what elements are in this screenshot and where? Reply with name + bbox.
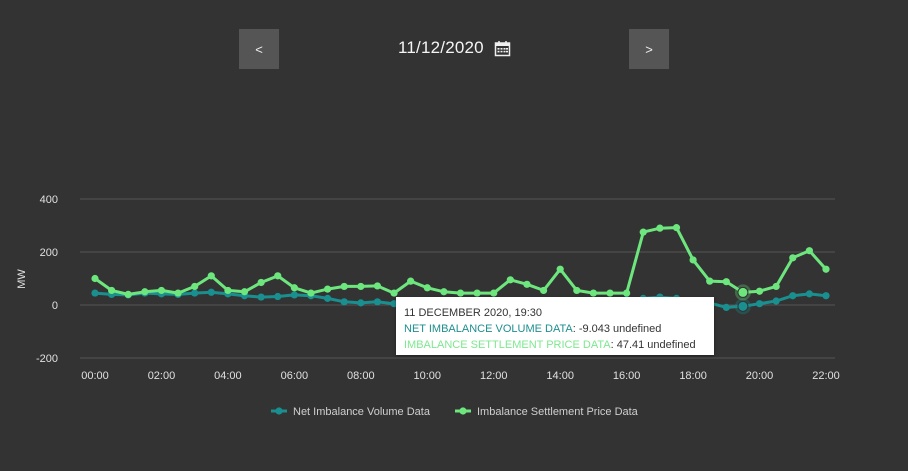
data-point[interactable] [639, 228, 647, 236]
y-tick-label: 200 [40, 247, 58, 259]
chart-tooltip: 11 DECEMBER 2020, 19:30 NET IMBALANCE VO… [396, 297, 714, 355]
data-point[interactable] [91, 289, 99, 297]
data-point[interactable] [141, 288, 149, 296]
data-point[interactable] [822, 265, 830, 273]
tooltip-price-label: IMBALANCE SETTLEMENT PRICE DATA [404, 339, 611, 351]
data-point[interactable] [323, 294, 332, 302]
data-point[interactable] [722, 303, 730, 311]
data-point[interactable] [490, 289, 498, 297]
data-point[interactable] [290, 284, 298, 292]
x-tick-label: 02:00 [148, 370, 176, 382]
data-point[interactable] [706, 277, 714, 285]
data-point[interactable] [207, 272, 215, 280]
data-point[interactable] [822, 292, 830, 300]
legend-item[interactable]: Net Imbalance Volume Data [271, 406, 431, 418]
data-point[interactable] [274, 272, 282, 280]
data-point[interactable] [340, 298, 348, 306]
x-tick-label: 22:00 [812, 370, 840, 382]
x-tick-label: 14:00 [546, 370, 574, 382]
x-tick-label: 06:00 [281, 370, 309, 382]
tooltip-price-value: : 47.41 undefined [610, 339, 696, 351]
data-point[interactable] [257, 278, 265, 287]
data-point[interactable] [373, 282, 382, 290]
x-tick-label: 16:00 [613, 370, 641, 382]
data-point[interactable] [257, 293, 265, 301]
data-point[interactable] [340, 282, 348, 291]
data-point[interactable] [373, 298, 382, 306]
tooltip-row-niv: NET IMBALANCE VOLUME DATA: -9.043 undefi… [404, 321, 706, 337]
data-point[interactable] [689, 256, 697, 264]
data-point[interactable] [772, 282, 780, 291]
data-point[interactable] [174, 289, 182, 297]
tooltip-header: 11 DECEMBER 2020, 19:30 [404, 307, 542, 319]
data-point[interactable] [207, 288, 215, 296]
y-axis-ticks: 400 200 0 -200 [36, 194, 58, 365]
data-point[interactable] [473, 289, 481, 297]
imbalance-chart: 400 200 0 -200 00:00 02:00 04:00 06:00 08:00 10:… [16, 194, 840, 418]
y-axis-title: MW [16, 269, 28, 289]
chart-legend: Net Imbalance Volume Data Imbalance Settl… [271, 406, 639, 418]
data-point[interactable] [290, 291, 298, 299]
data-point[interactable] [755, 300, 764, 308]
data-point[interactable] [573, 286, 581, 295]
data-point[interactable] [108, 286, 116, 295]
data-point[interactable] [191, 289, 199, 297]
data-point[interactable] [656, 224, 664, 232]
data-point[interactable] [407, 277, 415, 285]
legend-swatch-marker [459, 407, 467, 415]
data-point[interactable] [357, 299, 365, 307]
data-point[interactable] [357, 282, 365, 291]
data-point[interactable] [539, 286, 548, 295]
data-point[interactable] [772, 297, 780, 305]
data-point[interactable] [91, 274, 99, 283]
y-tick-label: 0 [52, 300, 58, 312]
data-point[interactable] [805, 247, 813, 255]
data-point[interactable] [224, 286, 232, 295]
legend-label: Imbalance Settlement Price Data [477, 406, 639, 418]
data-point[interactable] [440, 288, 448, 296]
data-point[interactable] [789, 254, 797, 262]
series-imbalance-settlement-price [91, 224, 830, 301]
data-point[interactable] [323, 285, 332, 293]
data-point[interactable] [157, 286, 166, 295]
series-line [94, 226, 828, 296]
data-point[interactable] [124, 290, 132, 298]
data-point[interactable] [240, 288, 249, 296]
x-tick-label: 04:00 [214, 370, 242, 382]
tooltip-niv-value: : -9.043 undefined [572, 323, 662, 335]
data-point[interactable] [390, 289, 398, 297]
x-tick-label: 10:00 [414, 370, 442, 382]
legend-label: Net Imbalance Volume Data [293, 406, 431, 418]
data-point[interactable] [789, 292, 797, 300]
data-point[interactable] [523, 280, 531, 288]
data-point[interactable] [606, 289, 614, 297]
data-point[interactable] [191, 282, 199, 291]
data-point[interactable] [423, 284, 431, 292]
data-point[interactable] [307, 289, 315, 297]
x-tick-label: 00:00 [81, 370, 109, 382]
data-point[interactable] [456, 289, 465, 297]
data-point[interactable] [589, 289, 598, 297]
data-point[interactable] [805, 290, 813, 298]
data-point[interactable] [274, 292, 282, 301]
tooltip-niv-label: NET IMBALANCE VOLUME DATA [404, 323, 573, 335]
data-point[interactable] [722, 278, 730, 286]
x-tick-label: 20:00 [746, 370, 774, 382]
x-tick-label: 12:00 [480, 370, 508, 382]
data-point-hovered[interactable] [737, 300, 749, 312]
x-axis-ticks: 00:00 02:00 04:00 06:00 08:00 10:00 12:00 14:00… [81, 370, 840, 382]
data-point[interactable] [506, 276, 514, 284]
legend-item[interactable]: Imbalance Settlement Price Data [455, 406, 639, 418]
x-tick-label: 08:00 [347, 370, 375, 382]
y-tick-label: 400 [40, 194, 58, 206]
legend-swatch-marker [275, 407, 283, 415]
tooltip-row-price: IMBALANCE SETTLEMENT PRICE DATA: 47.41 u… [404, 337, 706, 353]
data-point[interactable] [672, 224, 681, 232]
data-point[interactable] [556, 265, 564, 273]
y-tick-label: -200 [36, 353, 58, 365]
data-point[interactable] [755, 287, 764, 295]
data-point[interactable] [623, 289, 631, 297]
data-point-hovered[interactable] [737, 286, 749, 298]
x-tick-label: 18:00 [679, 370, 707, 382]
